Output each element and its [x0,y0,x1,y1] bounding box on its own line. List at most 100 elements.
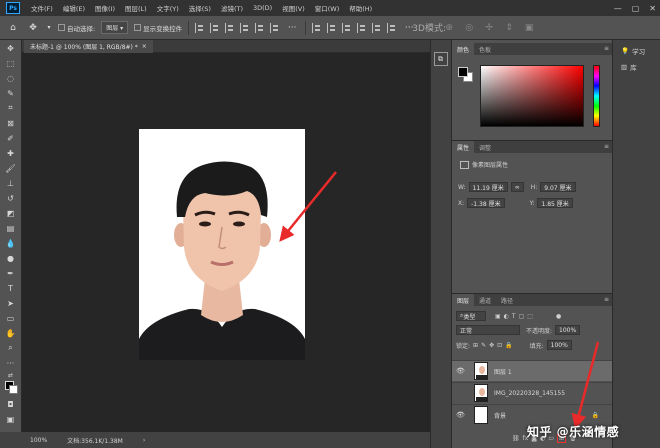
more-icon[interactable]: ··· [285,21,299,35]
3d-scale-icon[interactable]: ▣ [522,21,536,35]
zoom-level[interactable]: 100% [30,437,47,444]
path-select-tool-icon[interactable]: ➤ [3,296,19,310]
link-dimensions-icon[interactable]: ∞ [510,182,524,192]
width-input[interactable]: 11.19 厘米 [468,182,508,192]
lock-position-icon[interactable]: ✥ [489,342,494,349]
align-right-icon[interactable] [225,22,234,33]
distribute-top-icon[interactable] [312,22,321,33]
layer-row[interactable]: 👁 背景 🔒 [452,404,613,425]
tab-swatches[interactable]: 色板 [474,43,496,55]
layer-row[interactable]: 👁 图层 1 [452,360,613,381]
tab-properties[interactable]: 属性 [452,141,475,153]
tab-paths[interactable]: 路径 [496,294,518,306]
3d-roll-icon[interactable]: ◎ [462,21,476,35]
filter-smart-icon[interactable]: ⬚ [527,313,533,320]
lasso-tool-icon[interactable]: ◌ [3,71,19,85]
visibility-eye-icon[interactable]: 👁 [456,411,468,419]
close-icon[interactable]: ✕ [649,4,656,13]
tab-layers[interactable]: 图层 [452,294,475,306]
move-tool-icon[interactable]: ✥ [26,21,40,35]
fg-bg-swatches[interactable] [458,67,474,83]
menu-3d[interactable]: 3D(D) [248,4,277,12]
document-info[interactable]: 文档:356.1K/1.38M [67,436,123,445]
background-color-swatch[interactable] [8,385,18,394]
gradient-tool-icon[interactable]: ▤ [3,221,19,235]
blend-mode-dropdown[interactable]: 正常 [456,325,520,335]
frame-tool-icon[interactable]: ⊠ [3,116,19,130]
menu-help[interactable]: 帮助(H) [344,3,377,13]
menu-view[interactable]: 视图(V) [277,3,310,13]
move-tool-icon[interactable]: ✥ [3,41,19,55]
filter-type-icon[interactable]: T [512,313,516,320]
document-tab[interactable]: 未标题-1 @ 100% (图层 1, RGB/8#) * × [24,40,153,53]
brush-tool-icon[interactable]: 🖌 [3,161,19,175]
lock-transparent-icon[interactable]: ⊞ [473,342,478,349]
healing-brush-tool-icon[interactable]: ✚ [3,146,19,160]
y-input[interactable]: 1.85 厘米 [537,198,573,208]
x-input[interactable]: -1.38 厘米 [467,198,505,208]
clone-stamp-tool-icon[interactable]: ⊥ [3,176,19,190]
3d-slide-icon[interactable]: ⇕ [502,21,516,35]
canvas-area[interactable] [22,53,430,432]
layer-row[interactable]: 👁 IMG_20220328_145155 [452,382,613,403]
tab-color[interactable]: 颜色 [452,43,475,55]
color-saturation-field[interactable] [480,65,584,127]
crop-tool-icon[interactable]: ⌗ [3,101,19,115]
foreground-background-swatch[interactable] [3,380,19,396]
hue-slider[interactable] [593,65,600,127]
dodge-tool-icon[interactable]: ● [3,251,19,265]
lock-artboard-icon[interactable]: ⊡ [497,342,502,349]
menu-window[interactable]: 窗口(W) [310,3,345,13]
foreground-color-swatch[interactable] [458,67,468,77]
filter-shape-icon[interactable]: ▢ [519,313,525,320]
close-tab-icon[interactable]: × [142,43,147,50]
panel-menu-icon[interactable]: ≡ [604,296,609,303]
layer-filter-dropdown[interactable]: ⌕ 类型 [456,311,486,321]
height-input[interactable]: 9.07 厘米 [540,182,576,192]
menu-file[interactable]: 文件(F) [26,3,58,13]
tab-adjustments[interactable]: 调整 [474,141,496,153]
hand-tool-icon[interactable]: ✋ [3,326,19,340]
panel-menu-icon[interactable]: ≡ [604,45,609,52]
minimize-icon[interactable]: — [614,4,622,13]
align-vcenter-icon[interactable] [255,22,264,33]
distribute-bottom-icon[interactable] [342,22,351,33]
quick-mask-icon[interactable]: ◘ [3,397,19,411]
link-layers-icon[interactable]: ⛓ [512,435,520,442]
more-tools-icon[interactable]: ··· [3,356,19,370]
lock-pixels-icon[interactable]: ✎ [481,342,486,349]
align-hcenter-icon[interactable] [210,22,219,33]
opacity-input[interactable]: 100% [555,325,581,335]
auto-select-target-dropdown[interactable]: 图层 ▾ [101,21,129,34]
show-transform-checkbox[interactable]: 显示变换控件 [134,23,182,33]
3d-orbit-icon[interactable]: ⊕ [442,21,456,35]
distribute-vcenter-icon[interactable] [327,22,336,33]
panel-menu-icon[interactable]: ≡ [604,143,609,150]
auto-select-checkbox[interactable]: 自动选择: [58,23,95,33]
zoom-tool-icon[interactable]: ⌕ [3,341,19,355]
menu-layer[interactable]: 图层(L) [120,3,152,13]
menu-type[interactable]: 文字(Y) [152,3,184,13]
align-bottom-icon[interactable] [270,22,279,33]
eyedropper-tool-icon[interactable]: ✐ [3,131,19,145]
learn-panel-button[interactable]: 💡 学习 [613,40,660,56]
chevron-right-icon[interactable]: › [143,437,145,444]
filter-pixel-icon[interactable]: ▣ [495,313,501,320]
screen-mode-icon[interactable]: ▣ [3,412,19,426]
history-panel-icon[interactable]: ⧉ [433,52,448,66]
rectangle-tool-icon[interactable]: ▭ [3,311,19,325]
menu-image[interactable]: 图像(I) [90,3,120,13]
history-brush-tool-icon[interactable]: ↺ [3,191,19,205]
align-left-icon[interactable] [195,22,204,33]
align-top-icon[interactable] [240,22,249,33]
filter-adjust-icon[interactable]: ◐ [504,313,509,320]
distribute-left-icon[interactable] [357,22,366,33]
blur-tool-icon[interactable]: 💧 [3,236,19,250]
pen-tool-icon[interactable]: ✒ [3,266,19,280]
eraser-tool-icon[interactable]: ◩ [3,206,19,220]
libraries-panel-button[interactable]: ▥ 库 [613,56,660,72]
3d-pan-icon[interactable]: ✢ [482,21,496,35]
home-icon[interactable]: ⌂ [6,21,20,35]
chevron-down-icon[interactable]: ▾ [46,21,52,35]
quick-select-tool-icon[interactable]: ✎ [3,86,19,100]
